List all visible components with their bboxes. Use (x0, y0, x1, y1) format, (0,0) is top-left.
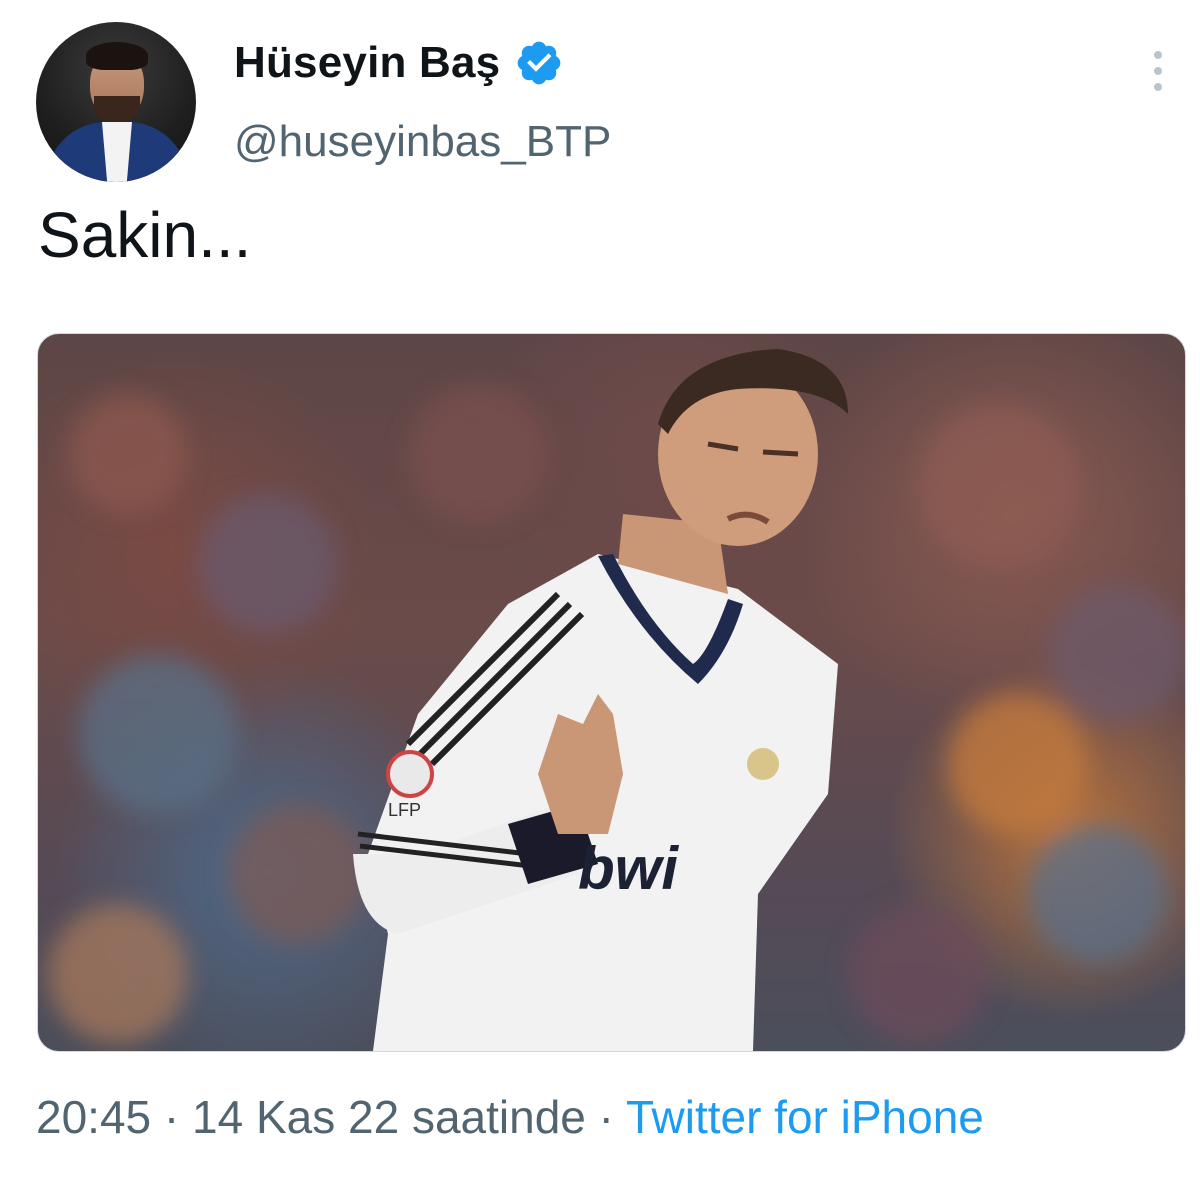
more-options-icon[interactable] (1148, 48, 1168, 94)
meta-separator: · (163, 1091, 180, 1143)
tweet-meta: 20:45 · 14 Kas 22 saatinde · Twitter for… (36, 1090, 984, 1144)
meta-separator: · (598, 1091, 614, 1143)
avatar-hair (86, 42, 148, 70)
tweet-time[interactable]: 20:45 (36, 1091, 151, 1143)
tweet-text: Sakin... (38, 199, 252, 271)
avatar[interactable] (36, 22, 196, 182)
avatar-beard (94, 96, 140, 122)
avatar-shirt (102, 122, 132, 182)
author-handle[interactable]: @huseyinbas_BTP (234, 117, 611, 167)
verified-badge-icon[interactable] (514, 38, 564, 88)
lfp-patch-text: LFP (388, 800, 421, 820)
tweet-media-photo[interactable]: LFP bwi (37, 333, 1186, 1052)
author-name-row: Hüseyin Baş (234, 38, 564, 88)
jersey-sponsor-text: bwi (578, 835, 679, 902)
tweet-source-link[interactable]: Twitter for iPhone (626, 1091, 984, 1143)
author-display-name[interactable]: Hüseyin Baş (234, 38, 500, 88)
tweet-date[interactable]: 14 Kas 22 saatinde (192, 1091, 586, 1143)
photo-illustration: LFP bwi (48, 349, 1185, 1051)
